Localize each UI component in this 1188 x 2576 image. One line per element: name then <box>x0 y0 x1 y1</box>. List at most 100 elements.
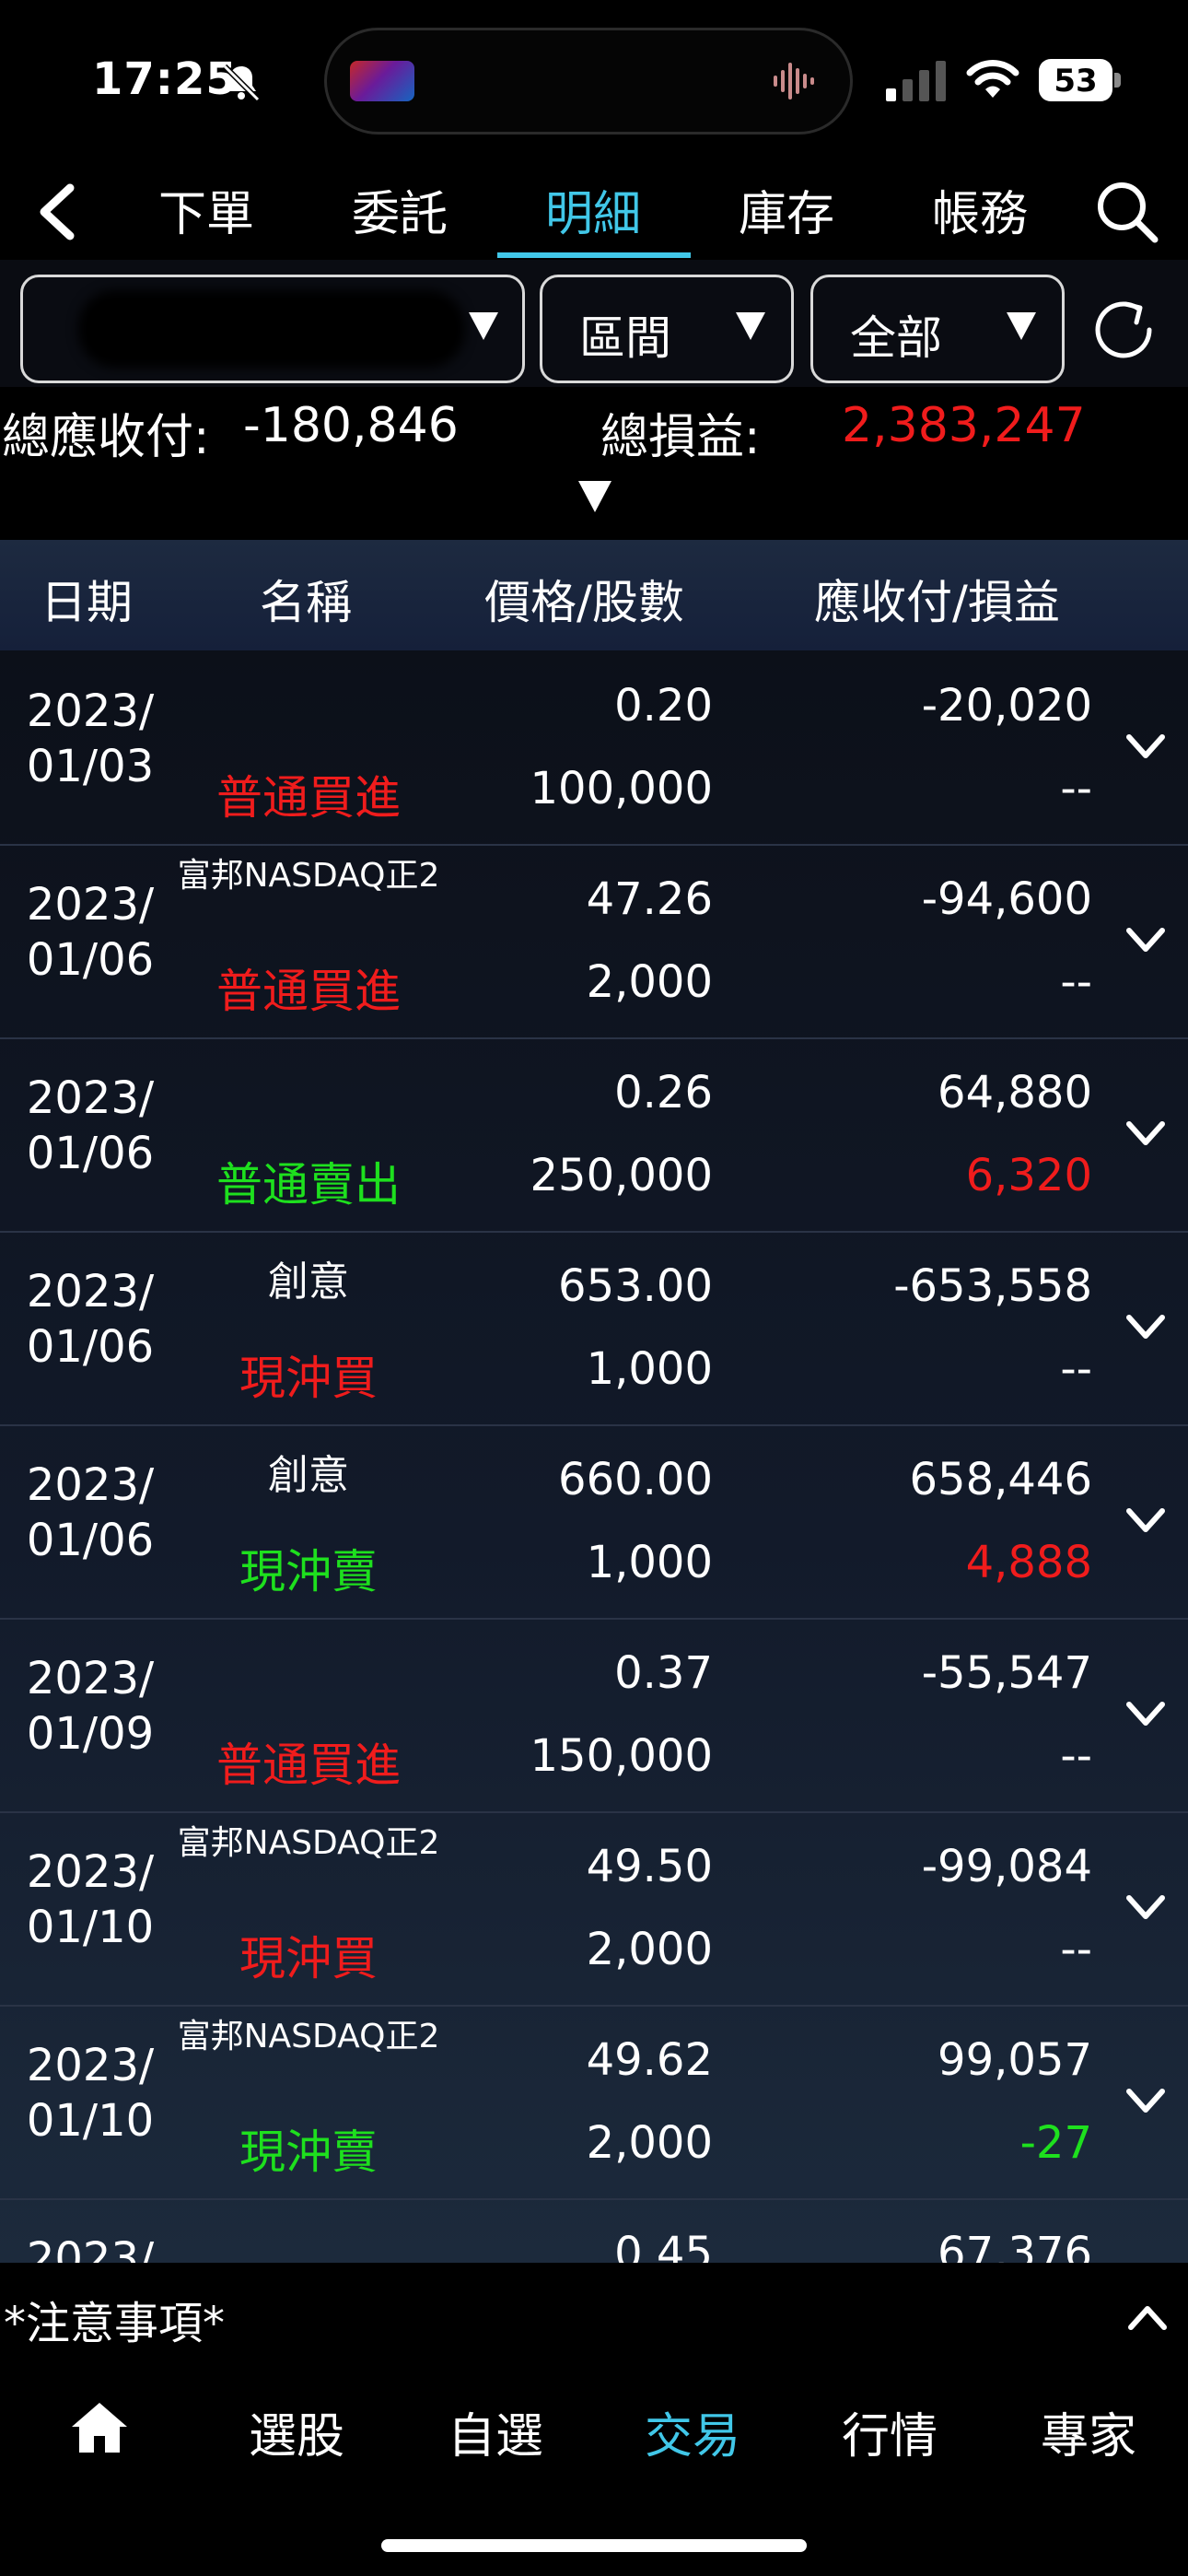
row-date-day: 01/10 <box>26 1902 155 1953</box>
type-select[interactable]: 全部 <box>810 275 1065 383</box>
row-date-day: 01/03 <box>26 741 155 792</box>
row-profit-loss: -- <box>1060 1730 1092 1782</box>
chevron-down-icon[interactable] <box>1124 1699 1168 1730</box>
row-date-day: 01/06 <box>26 1128 155 1179</box>
search-icon[interactable] <box>1094 179 1160 245</box>
nav-watchlist[interactable]: 自選 <box>413 2397 578 2466</box>
now-playing-thumbnail <box>350 61 414 101</box>
row-date-year: 2023/ <box>26 1266 155 1317</box>
row-date-day: 01/10 <box>26 2095 155 2147</box>
row-trade-type: 現沖買 <box>239 1932 378 1985</box>
header-amount-pl: 應收付/損益 <box>814 576 1060 629</box>
table-row[interactable]: 2023/01/06 普通賣出 0.26 250,000 64,880 6,320 <box>0 1037 1188 1233</box>
row-amount: -653,558 <box>893 1260 1092 1312</box>
table-row[interactable]: 2023/01/09 普通買進 0.37 150,000 -55,547 -- <box>0 1618 1188 1813</box>
row-profit-loss: -27 <box>1019 2117 1092 2169</box>
refresh-icon[interactable] <box>1085 291 1162 369</box>
tab-accounts[interactable]: 帳務 <box>906 175 1054 244</box>
row-date-year: 2023/ <box>26 1459 155 1511</box>
row-quantity: 150,000 <box>530 1730 714 1782</box>
transaction-list: 2023/01/03 普通買進 0.20 100,000 -20,020 -- 2023/0… <box>0 650 1188 2263</box>
home-icon[interactable] <box>70 2399 129 2454</box>
table-row[interactable]: 2023/01/06 創意 現沖賣 660.00 1,000 658,446 4,888 <box>0 1424 1188 1620</box>
table-row[interactable]: 2023/01/06 富邦NASDAQ正2 普通買進 47.26 2,000 -94,60… <box>0 844 1188 1039</box>
table-row[interactable]: 2023/01/06 創意 現沖買 653.00 1,000 -653,558 -- <box>0 1231 1188 1426</box>
row-price: 0.26 <box>614 1067 713 1118</box>
range-select-label: 區間 <box>579 311 671 365</box>
row-amount: -99,084 <box>921 1841 1092 1892</box>
table-row[interactable]: 2023/0.45 67,376 <box>0 2198 1188 2263</box>
row-trade-type: 普通買進 <box>216 965 401 1018</box>
row-profit-loss: -- <box>1060 1924 1092 1975</box>
row-quantity: 100,000 <box>530 763 714 814</box>
wifi-icon <box>966 60 1019 98</box>
row-date-year: 2023/ <box>26 1072 155 1124</box>
row-quantity: 1,000 <box>586 1537 713 1588</box>
header-date: 日期 <box>41 576 133 629</box>
row-amount: -94,600 <box>921 873 1092 925</box>
tab-inventory[interactable]: 庫存 <box>713 175 860 244</box>
header-price-qty: 價格/股數 <box>484 576 684 629</box>
tab-orders[interactable]: 委託 <box>326 175 473 244</box>
account-select[interactable] <box>20 275 525 383</box>
row-price: 49.62 <box>586 2034 713 2086</box>
chevron-down-icon[interactable] <box>1124 1892 1168 1924</box>
tab-details[interactable]: 明細 <box>519 175 667 244</box>
row-profit-loss: -- <box>1060 763 1092 814</box>
range-select[interactable]: 區間 <box>540 275 794 383</box>
type-select-label: 全部 <box>850 311 942 365</box>
back-chevron-icon[interactable] <box>33 181 81 243</box>
row-stock-name: 富邦NASDAQ正2 <box>177 857 440 895</box>
total-pl-label: 總損益: <box>600 410 761 465</box>
table-header: 日期 名稱 價格/股數 應收付/損益 <box>0 540 1188 652</box>
row-date-year: 2023/ <box>26 685 155 737</box>
row-quantity: 250,000 <box>530 1150 714 1201</box>
row-trade-type: 普通買進 <box>216 1739 401 1792</box>
row-stock-name: 創意 <box>268 1452 349 1499</box>
row-profit-loss: -- <box>1060 956 1092 1008</box>
row-date-day: 01/06 <box>26 934 155 986</box>
row-price: 653.00 <box>558 1260 713 1312</box>
row-quantity: 2,000 <box>586 1924 713 1975</box>
row-date-year: 2023/ <box>26 1653 155 1704</box>
notice-label: *注意事項* <box>4 2298 226 2349</box>
chevron-down-icon[interactable] <box>1124 1505 1168 1537</box>
row-profit-loss: -- <box>1060 1343 1092 1395</box>
chevron-down-icon[interactable] <box>1124 925 1168 956</box>
bell-slash-icon <box>222 64 261 102</box>
row-quantity: 2,000 <box>586 956 713 1008</box>
row-price: 47.26 <box>586 873 713 925</box>
tab-place-order[interactable]: 下單 <box>133 175 280 244</box>
chevron-down-icon[interactable] <box>1124 2086 1168 2117</box>
total-payable-label: 總應收付: <box>2 410 210 465</box>
row-trade-type: 現沖賣 <box>239 2125 378 2179</box>
nav-experts[interactable]: 專家 <box>1006 2397 1171 2466</box>
row-amount: -20,020 <box>921 680 1092 732</box>
nav-stock-picker[interactable]: 選股 <box>214 2397 379 2466</box>
total-payable-value: -180,846 <box>243 398 459 453</box>
nav-quotes[interactable]: 行情 <box>807 2397 973 2466</box>
row-stock-name: 創意 <box>268 1259 349 1306</box>
active-tab-indicator <box>497 252 691 258</box>
chevron-down-icon[interactable] <box>1124 732 1168 763</box>
nav-trade[interactable]: 交易 <box>610 2397 775 2466</box>
chevron-down-icon[interactable] <box>1124 1118 1168 1150</box>
dropdown-arrow-icon <box>469 312 498 340</box>
row-amount: 658,446 <box>909 1454 1093 1505</box>
table-row[interactable]: 2023/01/03 普通買進 0.20 100,000 -20,020 -- <box>0 650 1188 846</box>
row-date-year: 2023/ <box>26 1846 155 1898</box>
dropdown-arrow-icon <box>736 312 765 340</box>
table-row[interactable]: 2023/01/10 富邦NASDAQ正2 現沖買 49.50 2,000 -99,084… <box>0 1811 1188 2007</box>
row-quantity: 1,000 <box>586 1343 713 1395</box>
row-quantity: 2,000 <box>586 2117 713 2169</box>
chevron-down-icon[interactable] <box>1124 1312 1168 1343</box>
home-indicator[interactable] <box>381 2539 807 2552</box>
chevron-up-icon[interactable] <box>1125 2301 1170 2333</box>
row-amount: 67,376 <box>938 2228 1092 2263</box>
table-row[interactable]: 2023/01/10 富邦NASDAQ正2 現沖賣 49.62 2,000 99,057 -… <box>0 2005 1188 2200</box>
row-date-day: 01/06 <box>26 1321 155 1373</box>
dropdown-arrow-icon <box>1007 312 1036 340</box>
expand-summary-icon[interactable] <box>578 481 611 512</box>
row-date-day: 01/06 <box>26 1515 155 1566</box>
row-amount: 99,057 <box>938 2034 1092 2086</box>
